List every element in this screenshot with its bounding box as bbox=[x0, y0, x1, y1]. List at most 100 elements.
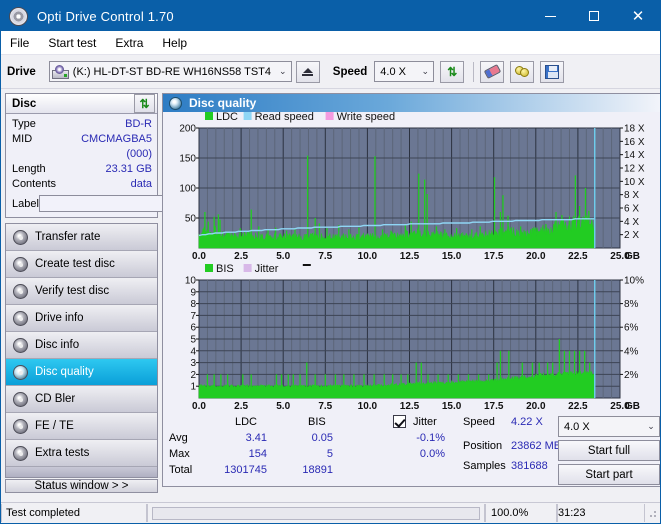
svg-text:Write speed: Write speed bbox=[337, 112, 396, 123]
refresh-button[interactable]: ⇅ bbox=[440, 60, 465, 83]
disc-icon bbox=[9, 6, 28, 26]
disc-label-key: Label bbox=[12, 197, 39, 210]
status-window-button[interactable]: Status window > > bbox=[5, 479, 158, 493]
sidebar-item-drive-info[interactable]: Drive info bbox=[6, 305, 157, 332]
menu-item-file[interactable]: File bbox=[10, 36, 29, 50]
bis-avg-value: 0.05 bbox=[311, 432, 333, 445]
sidebar-item-verify-test-disc[interactable]: Verify test disc bbox=[6, 278, 157, 305]
svg-text:GB: GB bbox=[625, 401, 640, 412]
svg-text:7.5: 7.5 bbox=[318, 401, 332, 412]
progress-percent: 100.0% bbox=[485, 504, 557, 522]
speed-stat-label: Speed bbox=[463, 416, 495, 429]
resize-grip-icon[interactable] bbox=[648, 507, 660, 519]
speed-stat-value: 4.22 X bbox=[511, 416, 543, 429]
svg-text:9: 9 bbox=[190, 288, 196, 299]
progress-bar bbox=[147, 504, 485, 522]
svg-text:4%: 4% bbox=[624, 347, 639, 358]
sidebar-item-disc-info[interactable]: Disc info bbox=[6, 332, 157, 359]
drive-select[interactable]: (K:) HL-DT-ST BD-RE WH16NS58 TST4 ⌄ bbox=[48, 61, 292, 82]
sidebar-item-disc-quality[interactable]: Disc quality bbox=[6, 359, 157, 386]
disc-key-type: Type bbox=[12, 118, 36, 130]
opti-drive-control-window: Opti Drive Control 1.70 ✕ File Start tes… bbox=[0, 0, 661, 524]
svg-text:10 X: 10 X bbox=[624, 177, 645, 188]
erase-button[interactable] bbox=[480, 60, 505, 83]
samples-stat-label: Samples bbox=[463, 460, 506, 473]
statistics-panel: LDC BIS Jitter Avg 3.41 0.05 -0.1% Max 1… bbox=[163, 414, 660, 486]
refresh-icon: ⇅ bbox=[447, 64, 458, 79]
svg-text:BIS: BIS bbox=[216, 264, 234, 275]
disc-refresh-button[interactable]: ⇅ bbox=[134, 94, 155, 113]
start-full-button[interactable]: Start full bbox=[558, 440, 660, 462]
sidebar-item-label: Verify test disc bbox=[35, 285, 110, 297]
charts-container: 50 100 150 200 2 X 4 X 6 X 8 X 10 X 12 X 14 X 16 X 1… bbox=[163, 112, 660, 414]
minimize-icon[interactable] bbox=[528, 1, 572, 31]
svg-text:5.0: 5.0 bbox=[276, 401, 290, 412]
svg-text:8: 8 bbox=[190, 299, 196, 310]
chevron-down-icon: ⌄ bbox=[647, 421, 655, 432]
ldc-avg-value: 3.41 bbox=[245, 432, 267, 445]
test-speed-select[interactable]: 4.0 X ⌄ bbox=[558, 416, 660, 438]
menu-item-start-test[interactable]: Start test bbox=[48, 36, 96, 50]
speed-select[interactable]: 4.0 X ⌄ bbox=[374, 61, 435, 82]
svg-text:3: 3 bbox=[190, 358, 196, 369]
test-nav-list: Transfer rate Create test disc Verify te… bbox=[5, 223, 158, 478]
stats-row-avg: Avg bbox=[169, 432, 188, 445]
bis-max-value: 5 bbox=[326, 448, 333, 461]
sidebar-item-label: CD Bler bbox=[35, 393, 76, 405]
menu-item-extra[interactable]: Extra bbox=[115, 36, 143, 50]
disc-icon bbox=[13, 310, 28, 326]
svg-text:12.5: 12.5 bbox=[400, 401, 420, 412]
svg-text:22.5: 22.5 bbox=[568, 251, 588, 262]
sidebar-item-cd-bler[interactable]: CD Bler bbox=[6, 386, 157, 413]
toolbar-divider bbox=[473, 61, 475, 82]
sidebar-item-extra-tests[interactable]: Extra tests bbox=[6, 440, 157, 467]
disc-panel-title: Disc bbox=[12, 97, 37, 110]
eject-button[interactable] bbox=[295, 60, 320, 83]
svg-text:14 X: 14 X bbox=[624, 151, 645, 162]
bis-chart[interactable]: 12345678910 2% 4% 6% 8% 10% 0.0 2.5 5.0 7.5 10.0 12… bbox=[163, 264, 660, 414]
jitter-checkbox[interactable] bbox=[393, 415, 406, 429]
disc-icon bbox=[13, 364, 28, 380]
start-part-button[interactable]: Start part bbox=[558, 464, 660, 486]
svg-text:10.0: 10.0 bbox=[358, 251, 378, 262]
disc-icon bbox=[13, 445, 28, 461]
disc-quality-icon bbox=[169, 96, 182, 110]
save-button[interactable] bbox=[540, 60, 565, 83]
bulb-icon bbox=[514, 66, 530, 77]
menu-bar: File Start test Extra Help bbox=[1, 31, 660, 55]
svg-text:12 X: 12 X bbox=[624, 164, 645, 175]
close-icon[interactable]: ✕ bbox=[616, 1, 660, 31]
sidebar-item-label: Drive info bbox=[35, 312, 84, 324]
sidebar-item-transfer-rate[interactable]: Transfer rate bbox=[6, 224, 157, 251]
disc-properties: Type BD-R MID CMCMAGBA5 (000) Length 23.… bbox=[6, 114, 241, 217]
menu-item-help[interactable]: Help bbox=[162, 36, 187, 50]
disc-info-panel: Disc ⇅ Type BD-R MID CMCMAGBA5 (000) Len… bbox=[5, 93, 241, 218]
sidebar-item-fe-te[interactable]: FE / TE bbox=[6, 413, 157, 440]
disc-key-mid: MID bbox=[12, 133, 33, 145]
svg-text:2: 2 bbox=[190, 370, 196, 381]
disc-icon bbox=[13, 229, 28, 245]
svg-text:2%: 2% bbox=[624, 370, 639, 381]
disc-key-contents: Contents bbox=[12, 178, 57, 190]
svg-text:200: 200 bbox=[179, 124, 196, 135]
maximize-icon[interactable] bbox=[572, 1, 616, 31]
disc-icon bbox=[13, 418, 28, 434]
ldc-max-value: 154 bbox=[248, 448, 267, 461]
disc-label-row: Label bbox=[12, 194, 241, 213]
ldc-total-value: 1301745 bbox=[224, 464, 267, 477]
disc-row-type: Type BD-R bbox=[12, 117, 152, 132]
ldc-chart[interactable]: 50 100 150 200 2 X 4 X 6 X 8 X 10 X 12 X 14 X 16 X 1… bbox=[163, 112, 660, 264]
elapsed-time: 31:23 bbox=[557, 504, 645, 522]
svg-text:15.0: 15.0 bbox=[442, 401, 462, 412]
svg-text:22.5: 22.5 bbox=[568, 401, 588, 412]
position-stat-value: 23862 MB bbox=[511, 440, 562, 453]
svg-text:5: 5 bbox=[190, 335, 196, 346]
position-stat-label: Position bbox=[463, 440, 503, 453]
settings-button[interactable] bbox=[510, 60, 535, 83]
sidebar-item-create-test-disc[interactable]: Create test disc bbox=[6, 251, 157, 278]
svg-text:16 X: 16 X bbox=[624, 137, 645, 148]
svg-text:2 X: 2 X bbox=[624, 231, 639, 242]
svg-text:GB: GB bbox=[625, 251, 640, 262]
svg-text:150: 150 bbox=[179, 154, 196, 165]
svg-text:10.0: 10.0 bbox=[358, 401, 378, 412]
